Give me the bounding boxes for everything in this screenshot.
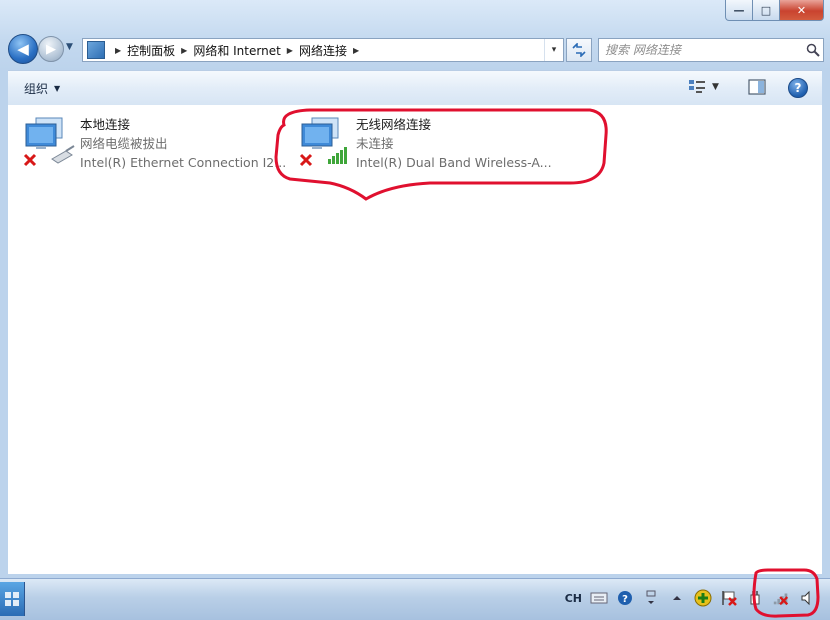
address-dropdown-button[interactable]: ▾ (544, 39, 563, 61)
add-icon[interactable] (694, 589, 712, 607)
chevron-down-icon: ▼ (66, 42, 73, 52)
window-controls: — □ ✕ (725, 0, 824, 21)
breadcrumb-control-panel[interactable]: 控制面板 (127, 42, 175, 59)
view-list-icon (689, 80, 705, 93)
search-icon[interactable] (803, 43, 823, 57)
windows-logo-icon (5, 592, 19, 606)
organize-button[interactable]: 组织 ▼ (24, 80, 60, 97)
command-bar: 组织 ▼ ▼ ? (8, 70, 822, 106)
connection-name: 无线网络连接 (356, 117, 432, 132)
chevron-down-icon: ▼ (54, 84, 61, 93)
back-button[interactable]: ◀ (8, 34, 38, 64)
connection-item-wireless[interactable]: 无线网络连接 未连接 Intel(R) Dual Band Wireless-A… (298, 115, 552, 172)
language-bar-options-icon[interactable] (642, 589, 660, 607)
organize-label: 组织 (24, 82, 49, 96)
minimize-button[interactable]: — (725, 0, 753, 21)
search-input[interactable] (599, 41, 803, 59)
breadcrumb-separator-icon[interactable]: ▶ (287, 46, 293, 55)
refresh-icon (572, 43, 586, 57)
action-center-flag-icon[interactable] (720, 589, 738, 607)
close-button[interactable]: ✕ (780, 0, 824, 21)
connection-text: 无线网络连接 未连接 Intel(R) Dual Band Wireless-A… (356, 115, 552, 172)
arrow-left-icon: ◀ (17, 40, 29, 58)
svg-text:?: ? (622, 594, 628, 605)
preview-pane-button[interactable] (748, 79, 766, 98)
connection-name: 本地连接 (80, 117, 131, 132)
control-panel-icon (87, 41, 105, 59)
maximize-button[interactable]: □ (753, 0, 780, 21)
connection-item-local[interactable]: 本地连接 网络电缆被拔出 Intel(R) Ethernet Connectio… (22, 115, 286, 172)
connection-status: 网络电缆被拔出 (80, 136, 168, 151)
arrow-right-icon: ▶ (46, 41, 56, 57)
connection-text: 本地连接 网络电缆被拔出 Intel(R) Ethernet Connectio… (80, 115, 286, 172)
help-icon[interactable]: ? (616, 589, 634, 607)
connection-device: Intel(R) Ethernet Connection I2... (80, 155, 287, 170)
taskbar: CH ? (0, 568, 830, 620)
keyboard-icon[interactable] (590, 589, 608, 607)
change-view-button[interactable]: ▼ (688, 79, 719, 95)
chevron-down-icon[interactable]: ▼ (712, 82, 719, 92)
start-button[interactable] (0, 582, 25, 616)
system-tray: CH ? (565, 589, 816, 607)
forward-button[interactable]: ▶ (38, 36, 64, 62)
breadcrumb-network-internet[interactable]: 网络和 Internet (193, 42, 280, 59)
search-box (598, 38, 824, 62)
ethernet-connection-icon (22, 115, 78, 171)
breadcrumb-separator-icon[interactable]: ▶ (181, 46, 187, 55)
connection-device: Intel(R) Dual Band Wireless-A... (356, 155, 552, 170)
navigation-bar: ◀ ▶ ▼ ▶ 控制面板 ▶ 网络和 Internet ▶ 网络连接 ▶ ▾ (8, 34, 824, 64)
wireless-connection-icon (298, 115, 354, 171)
breadcrumb-separator-icon[interactable]: ▶ (353, 46, 359, 55)
address-bar[interactable]: ▶ 控制面板 ▶ 网络和 Internet ▶ 网络连接 ▶ ▾ (82, 38, 564, 62)
power-plug-icon[interactable] (746, 589, 764, 607)
network-disconnected-icon[interactable] (772, 589, 790, 607)
connection-status: 未连接 (356, 136, 394, 151)
breadcrumb-network-connections[interactable]: 网络连接 (299, 42, 347, 59)
refresh-button[interactable] (566, 38, 592, 62)
language-indicator[interactable]: CH (565, 592, 582, 605)
help-button[interactable]: ? (788, 78, 808, 98)
window-frame: — □ ✕ ◀ ▶ ▼ ▶ 控制面板 ▶ 网络和 Internet ▶ 网络连接… (0, 0, 830, 578)
volume-icon[interactable] (798, 589, 816, 607)
connections-list: 本地连接 网络电缆被拔出 Intel(R) Ethernet Connectio… (8, 105, 822, 574)
recent-pages-button[interactable]: ▼ (66, 42, 73, 52)
breadcrumb-separator-icon[interactable]: ▶ (115, 46, 121, 55)
show-hidden-icons-icon[interactable] (668, 589, 686, 607)
preview-pane-icon (748, 79, 766, 95)
